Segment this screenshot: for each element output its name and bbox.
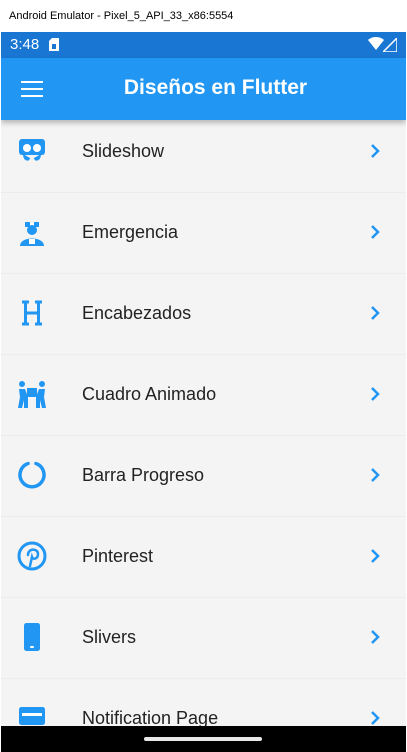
list-item-pinterest[interactable]: Pinterest	[1, 517, 406, 598]
pinterest-icon	[17, 541, 47, 571]
list-item-emergencia[interactable]: Emergencia	[1, 193, 406, 274]
chevron-right-icon	[371, 225, 380, 239]
device-screen: 3:48 Diseños en Flutter Slideshow Emerge…	[1, 32, 406, 752]
chevron-right-icon	[371, 387, 380, 401]
design-menu-list: Slideshow Emergencia Encabezados Cuadro …	[1, 112, 406, 752]
list-item-label: Slideshow	[82, 141, 165, 161]
list-item-slivers[interactable]: Slivers	[1, 598, 406, 679]
status-time: 3:48	[10, 36, 40, 53]
chevron-right-icon	[371, 711, 380, 725]
navigation-bar	[1, 726, 406, 752]
list-item-barra-progreso[interactable]: Barra Progreso	[1, 436, 406, 517]
list-item-encabezados[interactable]: Encabezados	[1, 274, 406, 355]
list-item-cuadro-animado[interactable]: Cuadro Animado	[1, 355, 406, 436]
app-bar: Diseños en Flutter	[1, 58, 406, 120]
ambulance-worker-icon	[20, 222, 44, 246]
list-item-label: Emergencia	[82, 222, 179, 242]
list-item-label: Encabezados	[82, 303, 192, 323]
list-item-label: Cuadro Animado	[82, 384, 217, 404]
chevron-right-icon	[371, 306, 380, 320]
heading-icon	[22, 300, 42, 326]
chevron-right-icon	[371, 549, 380, 563]
chevron-right-icon	[371, 468, 380, 482]
list-item-label: Barra Progreso	[82, 465, 205, 485]
sim-card-icon	[49, 38, 59, 51]
home-gesture-handle[interactable]	[144, 737, 262, 741]
people-carry-icon	[18, 381, 46, 408]
mobile-phone-icon	[24, 623, 40, 651]
chevron-right-icon	[371, 630, 380, 644]
list-item-label: Slivers	[82, 627, 137, 647]
status-bar: 3:48	[1, 32, 406, 58]
slideshare-icon	[19, 139, 45, 161]
wifi-icon	[368, 37, 384, 50]
signal-icon	[383, 38, 397, 52]
app-title: Diseños en Flutter	[123, 76, 308, 99]
list-item-slideshow[interactable]: Slideshow	[1, 112, 406, 193]
chevron-right-icon	[371, 144, 380, 158]
list-item-label: Pinterest	[82, 546, 154, 566]
circle-notch-icon	[18, 461, 46, 489]
window-title: Android Emulator - Pixel_5_API_33_x86:55…	[0, 0, 407, 32]
